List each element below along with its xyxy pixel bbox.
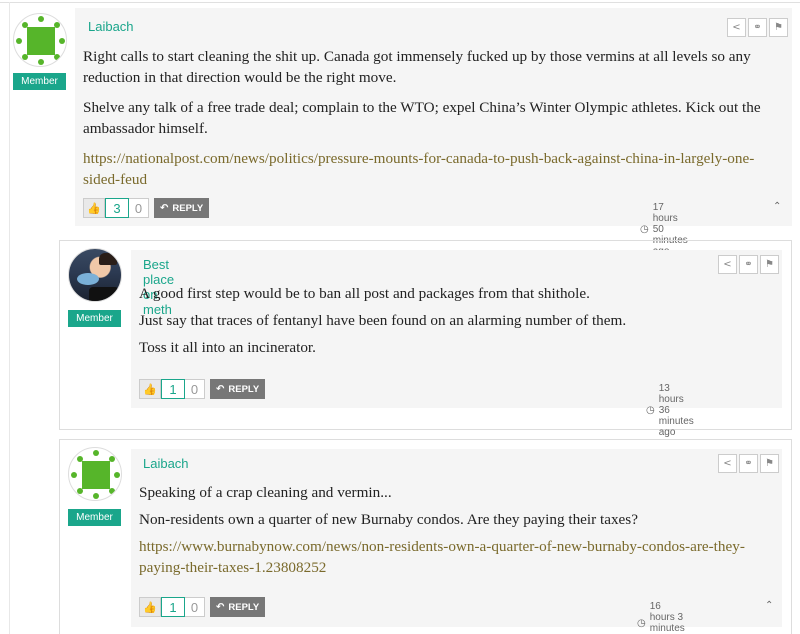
downvote-count[interactable]: 0 bbox=[185, 379, 205, 399]
avatar[interactable] bbox=[68, 248, 122, 302]
reply-button[interactable]: ↶ REPLY bbox=[210, 597, 266, 617]
comment-paragraph: Toss it all into an incinerator. bbox=[139, 339, 316, 356]
chevron-up-icon[interactable]: ⌃ bbox=[773, 201, 781, 212]
share-icon[interactable]: < bbox=[718, 255, 737, 274]
reply-button[interactable]: ↶ REPLY bbox=[210, 379, 266, 399]
avatar[interactable] bbox=[68, 447, 122, 501]
comment-timestamp: ◷ 16 hours 3 minutes ago bbox=[637, 601, 685, 634]
identicon bbox=[27, 27, 55, 55]
avatar-column bbox=[68, 447, 124, 501]
reply-button[interactable]: ↶ REPLY bbox=[154, 198, 210, 218]
flag-icon[interactable]: ⚑ bbox=[760, 255, 779, 274]
downvote-count[interactable]: 0 bbox=[185, 597, 205, 617]
comment-body: Right calls to start cleaning the shit u… bbox=[83, 46, 788, 199]
timestamp-text: 13 hours 36 minutes ago bbox=[658, 383, 694, 438]
avatar-column bbox=[68, 248, 124, 302]
upvote-count[interactable]: 1 bbox=[161, 379, 185, 399]
link-icon[interactable]: ⚭ bbox=[739, 255, 758, 274]
comment-paragraph: Shelve any talk of a free trade deal; co… bbox=[83, 99, 761, 137]
flag-icon[interactable]: ⚑ bbox=[760, 454, 779, 473]
comment-body: A good first step would be to ban all po… bbox=[139, 283, 779, 367]
upvote-count[interactable]: 3 bbox=[105, 198, 129, 218]
comment-link[interactable]: https://www.burnabynow.com/news/non-resi… bbox=[139, 538, 745, 576]
comment-timestamp: ◷ 13 hours 36 minutes ago bbox=[646, 383, 694, 438]
avatar-column bbox=[13, 13, 69, 67]
comment-footer: 👍 3 0 ↶ REPLY bbox=[83, 198, 210, 218]
comment-link[interactable]: https://nationalpost.com/news/politics/p… bbox=[83, 150, 754, 188]
vote-group: 👍 1 0 bbox=[139, 597, 205, 617]
member-badge: Member bbox=[68, 509, 121, 526]
vote-group: 👍 1 0 bbox=[139, 379, 205, 399]
reply-icon: ↶ bbox=[216, 601, 225, 613]
comment-actions: < ⚭ ⚑ bbox=[718, 454, 779, 473]
comment-author[interactable]: Laibach bbox=[88, 19, 134, 34]
chevron-up-icon[interactable]: ⌃ bbox=[765, 600, 773, 611]
link-icon[interactable]: ⚭ bbox=[748, 18, 767, 37]
comment-paragraph: A good first step would be to ban all po… bbox=[139, 285, 590, 302]
share-icon[interactable]: < bbox=[727, 18, 746, 37]
comment-footer: 👍 1 0 ↶ REPLY bbox=[139, 379, 266, 399]
timestamp-text: 16 hours 3 minutes ago bbox=[649, 601, 685, 634]
share-icon[interactable]: < bbox=[718, 454, 737, 473]
comment-paragraph: Speaking of a crap cleaning and vermin..… bbox=[139, 484, 392, 501]
comment-actions: < ⚭ ⚑ bbox=[727, 18, 788, 37]
reply-icon: ↶ bbox=[160, 202, 169, 214]
reply-icon: ↶ bbox=[216, 383, 225, 395]
comment-paragraph: Non-residents own a quarter of new Burna… bbox=[139, 511, 638, 528]
downvote-count[interactable]: 0 bbox=[129, 198, 149, 218]
vote-group: 👍 3 0 bbox=[83, 198, 149, 218]
reply-label: REPLY bbox=[228, 383, 260, 395]
comment-body: Speaking of a crap cleaning and vermin..… bbox=[139, 482, 771, 587]
link-icon[interactable]: ⚭ bbox=[739, 454, 758, 473]
comment-paragraph: Right calls to start cleaning the shit u… bbox=[83, 48, 751, 86]
identicon bbox=[82, 461, 110, 489]
thumbs-up-icon[interactable]: 👍 bbox=[139, 597, 161, 617]
clock-icon: ◷ bbox=[637, 617, 646, 629]
flag-icon[interactable]: ⚑ bbox=[769, 18, 788, 37]
reply-label: REPLY bbox=[228, 601, 260, 613]
member-badge: Member bbox=[13, 73, 66, 90]
thumbs-up-icon[interactable]: 👍 bbox=[139, 379, 161, 399]
clock-icon: ◷ bbox=[646, 405, 655, 416]
reply-label: REPLY bbox=[172, 202, 204, 214]
comment-paragraph: Just say that traces of fentanyl have be… bbox=[139, 312, 627, 329]
avatar[interactable] bbox=[13, 13, 67, 67]
comment-author[interactable]: Laibach bbox=[143, 456, 189, 471]
clock-icon: ◷ bbox=[640, 224, 649, 235]
upvote-count[interactable]: 1 bbox=[161, 597, 185, 617]
comment-actions: < ⚭ ⚑ bbox=[718, 255, 779, 274]
comment-footer: 👍 1 0 ↶ REPLY bbox=[139, 597, 266, 617]
member-badge: Member bbox=[68, 310, 121, 327]
thumbs-up-icon[interactable]: 👍 bbox=[83, 198, 105, 218]
